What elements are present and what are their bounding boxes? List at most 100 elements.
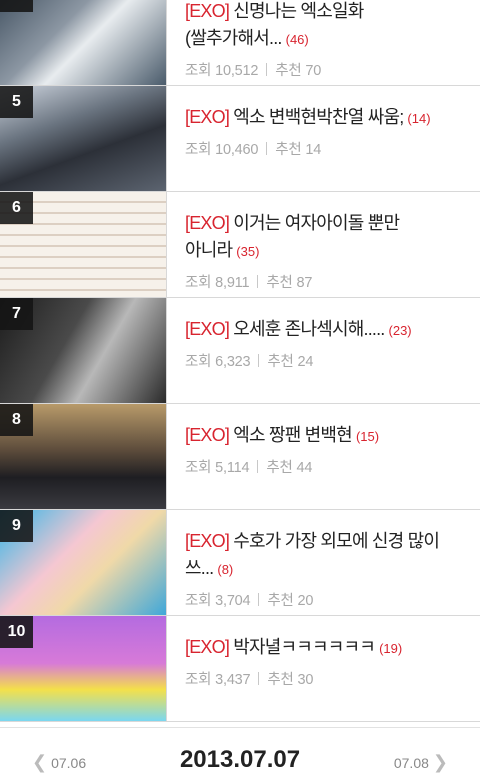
- category-tag: [EXO]: [185, 213, 230, 233]
- likes-label: 추천: [275, 63, 302, 79]
- list-item[interactable]: 8 [EXO] 엑소 짱팬 변백현 (15) 조회 5,114 추천 44: [0, 404, 480, 510]
- views-label: 조회: [185, 672, 212, 688]
- item-title[interactable]: [EXO] 엑소 짱팬 변백현 (15): [185, 422, 450, 450]
- list-item[interactable]: 7 [EXO] 오세훈 존나섹시해..... (23) 조회 6,323 추천 24: [0, 298, 480, 404]
- item-content[interactable]: [EXO] 박자녈ㅋㅋㅋㅋㅋㅋ (19) 조회 3,437 추천 30: [185, 634, 450, 689]
- views-label: 조회: [185, 63, 212, 79]
- item-title[interactable]: [EXO] 오세훈 존나섹시해..... (23): [185, 316, 450, 344]
- likes-count: 24: [297, 354, 314, 370]
- likes-label: 추천: [275, 142, 302, 158]
- comment-count: (35): [236, 244, 260, 259]
- item-content[interactable]: [EXO] 엑소 짱팬 변백현 (15) 조회 5,114 추천 44: [185, 422, 450, 477]
- likes-count: 14: [305, 142, 322, 158]
- likes-count: 70: [305, 63, 322, 79]
- comment-count: (8): [217, 562, 234, 577]
- title-text: 오세훈 존나섹시해.....: [229, 319, 385, 339]
- likes-label: 추천: [267, 593, 294, 609]
- list-item[interactable]: [EXO] 신명나는 엑소일화(쌀추가해서... (46) 조회 10,512 추천…: [0, 0, 480, 86]
- item-content[interactable]: [EXO] 엑소 변백현박찬열 싸움; (14) 조회 10,460 추천 14: [185, 104, 450, 159]
- likes-label: 추천: [266, 275, 293, 291]
- divider: [257, 460, 259, 473]
- item-content[interactable]: [EXO] 수호가 가장 외모에 신경 많이 쓰... (8) 조회 3,704 추…: [185, 528, 450, 610]
- rank-badge: 6: [0, 192, 33, 224]
- item-title[interactable]: [EXO] 수호가 가장 외모에 신경 많이 쓰... (8): [185, 528, 450, 583]
- likes-label: 추천: [266, 460, 293, 476]
- likes-count: 20: [297, 593, 314, 609]
- rank-badge: 10: [0, 616, 33, 648]
- next-date-label: 07.08: [393, 755, 429, 771]
- divider: [166, 86, 167, 191]
- views-count: 10,460: [215, 142, 259, 158]
- category-tag: [EXO]: [185, 637, 230, 657]
- views-count: 3,704: [215, 593, 251, 609]
- rank-badge: 9: [0, 510, 33, 542]
- views-count: 6,323: [215, 354, 251, 370]
- item-content[interactable]: [EXO] 이거는 여자아이돌 뿐만 아니라 (35) 조회 8,911 추천 87: [185, 210, 450, 292]
- category-tag: [EXO]: [185, 107, 230, 127]
- list-item[interactable]: 6 [EXO] 이거는 여자아이돌 뿐만 아니라 (35) 조회 8,911 추천 …: [0, 192, 480, 298]
- item-stats: 조회 8,911 추천 87: [185, 271, 450, 292]
- views-count: 5,114: [215, 460, 250, 476]
- item-title[interactable]: [EXO] 신명나는 엑소일화(쌀추가해서... (46): [185, 0, 450, 53]
- divider: [166, 0, 167, 85]
- divider: [266, 63, 268, 76]
- item-stats: 조회 5,114 추천 44: [185, 456, 450, 477]
- next-date-button[interactable]: 07.08 ❯: [394, 752, 452, 773]
- ranking-list: [EXO] 신명나는 엑소일화(쌀추가해서... (46) 조회 10,512 추천…: [0, 0, 480, 722]
- item-stats: 조회 6,323 추천 24: [185, 350, 450, 371]
- views-label: 조회: [185, 593, 212, 609]
- likes-count: 30: [297, 672, 314, 688]
- views-count: 8,911: [215, 275, 250, 291]
- divider: [258, 354, 260, 367]
- views-label: 조회: [185, 354, 212, 370]
- date-navigation: ❮ 07.06 2013.07.07 07.08 ❯: [0, 727, 480, 773]
- category-tag: [EXO]: [185, 425, 230, 445]
- title-text: 엑소 변백현박찬열 싸움;: [229, 107, 404, 127]
- list-item[interactable]: 10 [EXO] 박자녈ㅋㅋㅋㅋㅋㅋ (19) 조회 3,437 추천 30: [0, 616, 480, 722]
- list-item[interactable]: 5 [EXO] 엑소 변백현박찬열 싸움; (14) 조회 10,460 추천 14: [0, 86, 480, 192]
- likes-count: 87: [296, 275, 313, 291]
- comment-count: (15): [355, 429, 380, 444]
- divider: [166, 404, 167, 509]
- list-item[interactable]: 9 [EXO] 수호가 가장 외모에 신경 많이 쓰... (8) 조회 3,70…: [0, 510, 480, 616]
- rank-badge: 7: [0, 298, 33, 330]
- item-stats: 조회 10,512 추천 70: [185, 59, 450, 80]
- likes-label: 추천: [267, 672, 294, 688]
- views-label: 조회: [185, 460, 212, 476]
- divider: [166, 510, 167, 615]
- comment-count: (23): [388, 323, 412, 338]
- item-title[interactable]: [EXO] 엑소 변백현박찬열 싸움; (14): [185, 104, 450, 132]
- item-stats: 조회 3,437 추천 30: [185, 668, 450, 689]
- item-title[interactable]: [EXO] 이거는 여자아이돌 뿐만 아니라 (35): [185, 210, 450, 265]
- item-content[interactable]: [EXO] 신명나는 엑소일화(쌀추가해서... (46) 조회 10,512 추천…: [185, 0, 450, 80]
- views-label: 조회: [185, 275, 212, 291]
- rank-badge: 5: [0, 86, 33, 118]
- item-content[interactable]: [EXO] 오세훈 존나섹시해..... (23) 조회 6,323 추천 24: [185, 316, 450, 371]
- divider: [266, 142, 268, 155]
- divider: [258, 593, 260, 606]
- item-stats: 조회 10,460 추천 14: [185, 138, 450, 159]
- likes-count: 44: [296, 460, 313, 476]
- title-text: 박자녈ㅋㅋㅋㅋㅋㅋ: [229, 637, 376, 657]
- chevron-right-icon: ❯: [432, 752, 448, 772]
- rank-badge: 8: [0, 404, 33, 436]
- divider: [166, 192, 167, 297]
- thumbnail-image[interactable]: [0, 0, 166, 85]
- item-title[interactable]: [EXO] 박자녈ㅋㅋㅋㅋㅋㅋ (19): [185, 634, 450, 662]
- category-tag: [EXO]: [185, 319, 230, 339]
- comment-count: (19): [379, 641, 403, 656]
- views-label: 조회: [185, 142, 212, 158]
- views-count: 3,437: [215, 672, 251, 688]
- divider: [257, 275, 259, 288]
- rank-badge: 4: [0, 0, 33, 12]
- comment-count: (46): [285, 32, 309, 47]
- likes-label: 추천: [267, 354, 294, 370]
- category-tag: [EXO]: [185, 1, 230, 21]
- divider: [258, 672, 260, 685]
- divider: [166, 616, 167, 721]
- comment-count: (14): [407, 111, 431, 126]
- title-text: 엑소 짱팬 변백현: [229, 425, 353, 445]
- views-count: 10,512: [215, 63, 259, 79]
- category-tag: [EXO]: [185, 531, 230, 551]
- divider: [166, 298, 167, 403]
